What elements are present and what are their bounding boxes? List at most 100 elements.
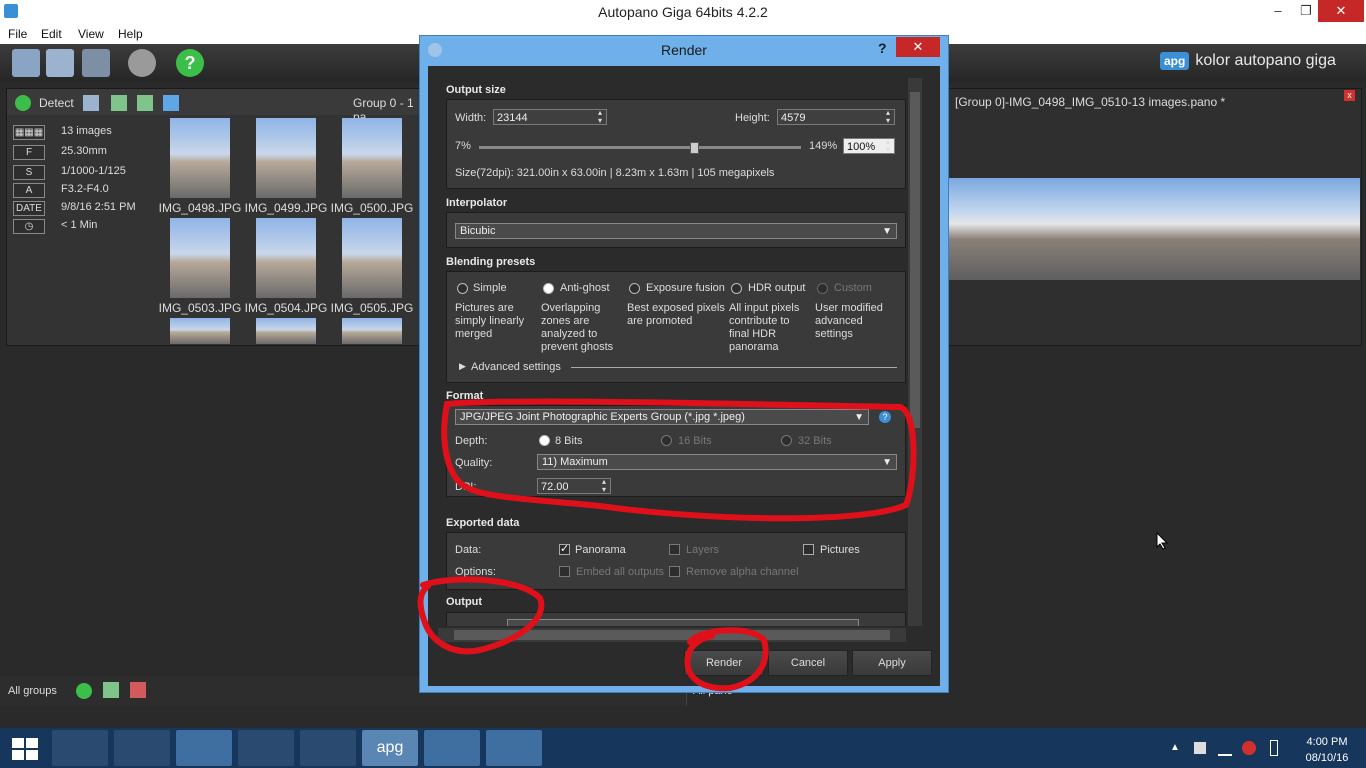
thumbnail-image[interactable] xyxy=(170,218,230,298)
explorer-taskbar-icon[interactable] xyxy=(176,730,232,766)
thumbnail-image[interactable] xyxy=(256,218,316,298)
panorama-label[interactable]: Panorama xyxy=(575,544,626,556)
close-button[interactable]: ✕ xyxy=(1318,0,1364,22)
panorama-preview[interactable] xyxy=(948,178,1360,280)
clock-icon: ◷ xyxy=(13,219,45,234)
photos-taskbar-icon[interactable] xyxy=(424,730,480,766)
scale-slider[interactable] xyxy=(479,142,801,154)
layers-checkbox xyxy=(669,544,680,555)
output-size-section: Width: 23144 Height: 4579 7% 149% 100% S… xyxy=(446,99,906,189)
menu-help[interactable]: Help xyxy=(118,27,143,41)
hdr-output-label[interactable]: HDR output xyxy=(748,282,805,294)
import-images-icon[interactable] xyxy=(46,49,74,77)
add-group-icon[interactable] xyxy=(103,682,119,698)
horizontal-scrollbar[interactable] xyxy=(438,628,906,642)
brand-text: kolor autopano giga xyxy=(1195,52,1336,69)
winrar-taskbar-icon[interactable] xyxy=(300,730,356,766)
thumbnail-image[interactable] xyxy=(256,318,316,344)
exported-data-section: Data: ✓ Panorama Layers Pictures Options… xyxy=(446,532,906,590)
width-field[interactable]: 23144 xyxy=(493,109,607,125)
firefox-taskbar-icon[interactable] xyxy=(52,730,108,766)
output-path-field[interactable] xyxy=(507,619,859,626)
thumbnail-image[interactable] xyxy=(170,318,230,344)
play-icon[interactable] xyxy=(76,683,92,699)
interpolator-select[interactable]: Bicubic ▼ xyxy=(455,223,897,239)
video-taskbar-icon[interactable] xyxy=(238,730,294,766)
radio-anti-ghost[interactable] xyxy=(543,283,554,294)
add-image-icon[interactable] xyxy=(137,95,153,111)
chevron-down-icon: ▼ xyxy=(854,412,864,423)
radio-exposure-fusion[interactable] xyxy=(629,283,640,294)
depth-8-label[interactable]: 8 Bits xyxy=(555,435,583,447)
puzzle-icon[interactable] xyxy=(163,95,179,111)
format-select[interactable]: JPG/JPEG Joint Photographic Experts Grou… xyxy=(455,409,869,425)
pano-title: [Group 0]-IMG_0498_IMG_0510-13 images.pa… xyxy=(955,95,1226,109)
thumbnail-image[interactable] xyxy=(170,118,230,198)
help-icon[interactable]: ? xyxy=(176,49,204,77)
calculator-taskbar-icon[interactable] xyxy=(114,730,170,766)
thumbnail-image[interactable] xyxy=(342,318,402,344)
clock[interactable]: 4:00 PM 08/10/16 xyxy=(1300,734,1354,766)
wrench-icon[interactable] xyxy=(83,95,99,111)
clock-date: 08/10/16 xyxy=(1305,752,1349,764)
play-icon[interactable] xyxy=(15,95,31,111)
radio-8-bits[interactable] xyxy=(539,435,550,446)
quality-select[interactable]: 11) Maximum ▼ xyxy=(537,454,897,470)
cancel-button[interactable]: Cancel xyxy=(768,650,848,676)
thumbnail-image[interactable] xyxy=(342,218,402,298)
start-windows-icon[interactable] xyxy=(12,738,38,760)
pictures-checkbox[interactable] xyxy=(803,544,814,555)
settings-gear-icon[interactable] xyxy=(128,49,156,77)
tray-flag-icon[interactable] xyxy=(1194,742,1206,754)
interpolator-section: Bicubic ▼ xyxy=(446,212,906,248)
radio-simple[interactable] xyxy=(457,283,468,294)
width-label: Width: xyxy=(455,112,487,124)
render-button[interactable]: Render xyxy=(684,650,764,676)
height-label: Height: xyxy=(735,112,770,124)
batch-icon[interactable] xyxy=(82,49,110,77)
tray-battery-icon[interactable] xyxy=(1270,740,1278,756)
dialog-help-button[interactable]: ? xyxy=(878,40,887,56)
edit-group-icon[interactable] xyxy=(111,95,127,111)
expand-arrow-icon[interactable]: ▶ xyxy=(459,361,466,372)
apply-button[interactable]: Apply xyxy=(852,650,932,676)
height-field[interactable]: 4579 xyxy=(777,109,895,125)
paint-taskbar-icon[interactable] xyxy=(486,730,542,766)
vertical-scrollbar[interactable] xyxy=(908,78,922,626)
scrollbar-thumb[interactable] xyxy=(910,92,920,428)
dialog-close-button[interactable]: ✕ xyxy=(896,37,940,57)
thumbnail-label: IMG_0498.JPG xyxy=(158,201,242,215)
tray-network-icon[interactable] xyxy=(1218,742,1232,756)
thumbnail-image[interactable] xyxy=(342,118,402,198)
dpi-field[interactable]: 72.00 xyxy=(537,478,611,494)
pictures-label[interactable]: Pictures xyxy=(820,544,860,556)
thumbnail-label: IMG_0503.JPG xyxy=(158,301,242,315)
format-info-icon[interactable]: ? xyxy=(879,411,891,423)
panorama-checkbox[interactable]: ✓ xyxy=(559,544,570,555)
depth-32-label: 32 Bits xyxy=(798,435,832,447)
scrollbar-thumb[interactable] xyxy=(454,630,890,640)
simple-label[interactable]: Simple xyxy=(473,282,507,294)
brand-badge: apg xyxy=(1160,52,1190,70)
scale-percent-field[interactable]: 100% xyxy=(843,138,895,154)
remove-group-icon[interactable] xyxy=(130,682,146,698)
new-project-icon[interactable] xyxy=(12,49,40,77)
scale-slider-thumb[interactable] xyxy=(690,142,700,154)
pano-close-icon[interactable]: x xyxy=(1344,90,1355,101)
anti-ghost-label[interactable]: Anti-ghost xyxy=(560,282,610,294)
menu-file[interactable]: File xyxy=(8,27,27,41)
exposure-fusion-label[interactable]: Exposure fusion xyxy=(646,282,725,294)
advanced-settings-toggle[interactable]: Advanced settings xyxy=(471,361,561,373)
radio-hdr-output[interactable] xyxy=(731,283,742,294)
tray-antivirus-icon[interactable] xyxy=(1242,741,1256,755)
title-bar: Autopano Giga 64bits 4.2.2 – ❐ ✕ xyxy=(0,0,1366,24)
tray-arrow-icon[interactable]: ▲ xyxy=(1170,742,1180,753)
detect-label[interactable]: Detect xyxy=(39,96,74,110)
menu-view[interactable]: View xyxy=(78,27,104,41)
thumbnail-image[interactable] xyxy=(256,118,316,198)
autopano-taskbar-icon[interactable]: apg xyxy=(362,730,418,766)
quality-label: Quality: xyxy=(455,457,493,469)
clock-time: 4:00 PM xyxy=(1306,736,1348,748)
info-key: A xyxy=(13,183,45,198)
menu-edit[interactable]: Edit xyxy=(41,27,62,41)
